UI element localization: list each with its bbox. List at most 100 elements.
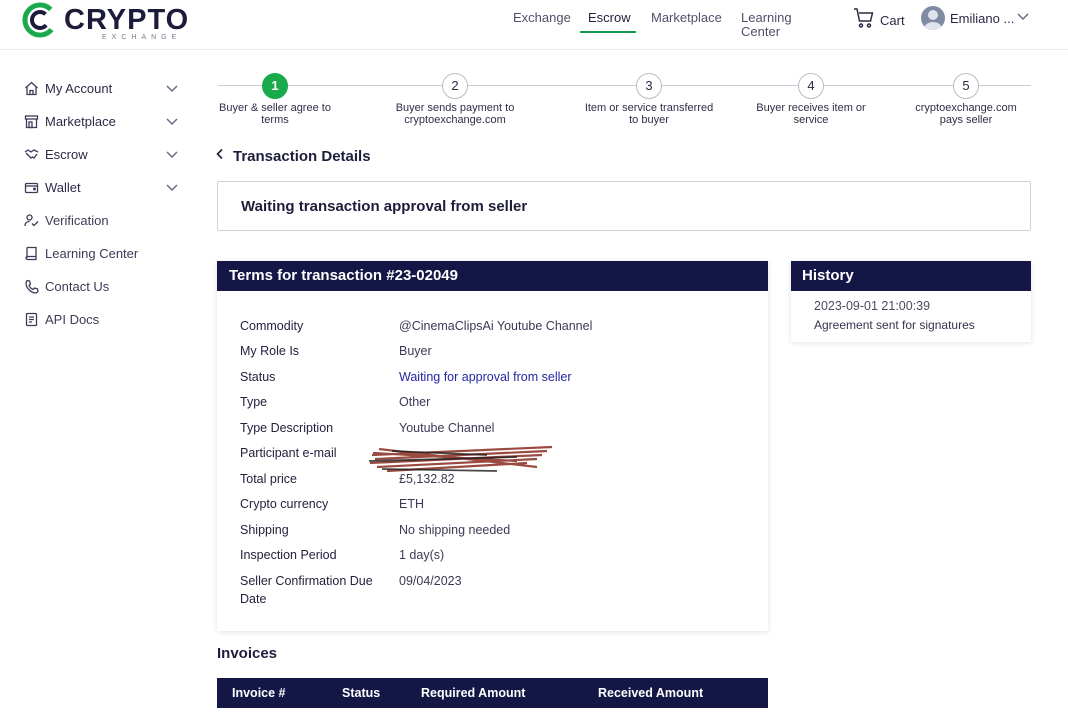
cart-button[interactable]: Cart	[853, 7, 905, 34]
chevron-left-icon	[215, 147, 225, 165]
sidebar-item-label: Contact Us	[45, 278, 110, 294]
column-header[interactable]: Required Amount	[421, 686, 525, 700]
step-5: 5 cryptoexchange.com pays seller	[906, 73, 1026, 126]
step-number: 3	[636, 73, 662, 99]
back-button[interactable]: Transaction Details	[215, 147, 371, 165]
step-number: 2	[442, 73, 468, 99]
step-label-line2: cryptoexchange.com	[404, 114, 506, 126]
sidebar-item-label: API Docs	[45, 311, 100, 327]
step-label-line2: terms	[261, 114, 289, 126]
status-banner: Waiting transaction approval from seller	[217, 181, 1031, 231]
terms-value: Other	[399, 395, 431, 409]
terms-title: Terms for transaction #23-02049	[217, 261, 768, 291]
column-header[interactable]: Received Amount	[598, 686, 703, 700]
sidebar-item-marketplace[interactable]: Marketplace	[24, 111, 179, 131]
cart-icon	[853, 7, 875, 34]
step-label-line1: Buyer & seller agree to	[219, 102, 331, 114]
book-icon	[24, 246, 39, 261]
chevron-down-icon	[165, 114, 179, 128]
terms-value: Youtube Channel	[399, 421, 495, 435]
sidebar-item-label: Wallet	[45, 179, 81, 195]
sidebar-item-label: Learning Center	[45, 245, 139, 261]
user-menu[interactable]: Emiliano ...	[921, 6, 1030, 30]
logo-text: CRYPTO	[64, 4, 190, 36]
step-label-line2: service	[793, 114, 829, 126]
history-card: History 2023-09-01 21:00:39 Agreement se…	[791, 261, 1031, 342]
avatar	[921, 6, 945, 30]
user-name: Emiliano ...	[950, 10, 1015, 26]
step-number: 1	[262, 73, 288, 99]
page-title: Transaction Details	[233, 147, 371, 165]
column-header[interactable]: Status	[342, 686, 380, 700]
terms-key: Inspection Period	[240, 548, 337, 562]
sidebar-item-label: Verification	[45, 212, 109, 228]
chevron-down-icon	[165, 81, 179, 95]
step-4: 4 Buyer receives item or service	[746, 73, 876, 126]
history-title: History	[791, 261, 1031, 291]
step-label-line2: to buyer	[629, 114, 669, 126]
step-number: 4	[798, 73, 824, 99]
step-label-line1: Item or service transferred	[584, 102, 714, 114]
logo-subtext: EXCHANGE	[102, 34, 182, 41]
handshake-icon	[24, 147, 39, 162]
sidebar-item-escrow[interactable]: Escrow	[24, 144, 179, 164]
terms-value: 09/04/2023	[399, 574, 462, 588]
chevron-down-icon	[165, 180, 179, 194]
terms-key: My Role Is	[240, 344, 300, 358]
step-number: 5	[953, 73, 979, 99]
history-entry-text: Agreement sent for signatures	[814, 318, 975, 332]
home-icon	[24, 81, 39, 96]
sidebar-item-wallet[interactable]: Wallet	[24, 177, 179, 197]
terms-value: No shipping needed	[399, 523, 511, 537]
sidebar-item-contact-us[interactable]: Contact Us	[24, 276, 179, 296]
nav-marketplace[interactable]: Marketplace	[651, 11, 722, 25]
nav-exchange[interactable]: Exchange	[513, 11, 571, 25]
top-header: CRYPTO EXCHANGE Exchange Escrow Marketpl…	[0, 0, 1068, 50]
terms-key: Crypto currency	[240, 497, 329, 511]
active-nav-indicator	[580, 31, 636, 33]
status-message: Waiting transaction approval from seller	[241, 198, 528, 215]
step-label-line1: cryptoexchange.com	[915, 102, 1017, 114]
step-label-line2: pays seller	[939, 114, 993, 126]
phone-icon	[24, 279, 39, 294]
terms-value: Buyer	[399, 344, 432, 358]
sidebar-item-learning-center[interactable]: Learning Center	[24, 243, 179, 263]
sidebar-item-my-account[interactable]: My Account	[24, 78, 179, 98]
terms-value: @CinemaClipsAi Youtube Channel	[399, 319, 593, 333]
terms-key: Type Description	[240, 421, 334, 435]
history-timestamp: 2023-09-01 21:00:39	[814, 299, 931, 313]
chevron-down-icon	[1016, 9, 1030, 28]
redaction-scribble	[368, 445, 553, 473]
sidebar-item-verification[interactable]: Verification	[24, 210, 179, 230]
terms-key: Type	[240, 395, 268, 409]
step-1: 1 Buyer & seller agree to terms	[214, 73, 336, 126]
terms-status-value: Waiting for approval from seller	[399, 370, 572, 384]
invoices-title: Invoices	[217, 645, 278, 662]
nav-learning-center[interactable]: Learning Center	[741, 11, 792, 39]
logo-mark-icon	[22, 2, 58, 38]
logo[interactable]: CRYPTO EXCHANGE	[22, 0, 190, 41]
column-header[interactable]: Invoice #	[232, 686, 286, 700]
terms-card: Terms for transaction #23-02049 Commodit…	[217, 261, 768, 631]
terms-key: Seller Confirmation Due Date	[240, 574, 373, 606]
sidebar-item-label: Marketplace	[45, 113, 116, 129]
wallet-icon	[24, 180, 39, 195]
step-label-line1: Buyer sends payment to	[395, 102, 515, 114]
step-label-line1: Buyer receives item or	[756, 102, 866, 114]
step-2: 2 Buyer sends payment to cryptoexchange.c…	[385, 73, 525, 126]
terms-value: 1 day(s)	[399, 548, 445, 562]
document-icon	[24, 312, 39, 327]
cart-label: Cart	[880, 13, 905, 28]
step-3: 3 Item or service transferred to buyer	[575, 73, 723, 126]
sidebar-item-label: Escrow	[45, 146, 88, 162]
nav-escrow[interactable]: Escrow	[588, 11, 631, 25]
terms-value: ETH	[399, 497, 424, 511]
terms-key: Shipping	[240, 523, 289, 537]
terms-key: Status	[240, 370, 276, 384]
store-icon	[24, 114, 39, 129]
terms-key: Commodity	[240, 319, 304, 333]
user-check-icon	[24, 213, 39, 228]
sidebar-item-api-docs[interactable]: API Docs	[24, 309, 179, 329]
invoice-table-header: Invoice # Status Required Amount Receive…	[217, 678, 768, 708]
chevron-down-icon	[165, 147, 179, 161]
